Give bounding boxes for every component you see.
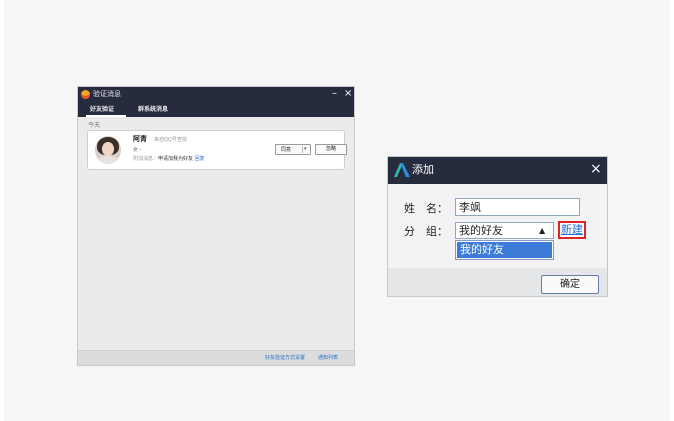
minimize-button[interactable]: – (332, 88, 337, 100)
request-source: 来自QQ号查找 (154, 137, 187, 143)
request-message-prefix: 附加消息： (133, 156, 159, 162)
request-message: 附加消息：申请加我为好友 回复 (133, 155, 205, 163)
friend-request-card: 阿青 来自QQ号查找 女 - 附加消息：申请加我为好友 回复 同意 ▾ 忽略 (87, 130, 347, 170)
avatar (95, 136, 121, 164)
ignore-button[interactable]: 忽略 (315, 144, 347, 155)
requester-name[interactable]: 阿青 (133, 135, 147, 144)
close-icon[interactable]: × (590, 159, 602, 179)
add-friend-dialog: 添加 × 姓 名： 分 组： 我的好友 ▲ 新建 我的好友 确定 (387, 156, 608, 297)
app-logo-icon (394, 163, 410, 177)
group-dropdown-list: 我的好友 (455, 240, 554, 260)
request-message-body: 申请加我为好友 (158, 156, 194, 162)
close-button[interactable]: × (344, 88, 352, 100)
group-select-value: 我的好友 (459, 224, 503, 237)
verification-titlebar: 验证消息 – × 好友验证 群系统消息 (78, 87, 354, 117)
tab-group-system-messages[interactable]: 群系统消息 (138, 105, 168, 115)
agree-button-label: 同意 (281, 147, 292, 153)
tab-friend-verification[interactable]: 好友验证 (90, 105, 114, 115)
group-select[interactable]: 我的好友 ▲ (455, 222, 554, 239)
active-tab-indicator (86, 115, 126, 117)
group-option[interactable]: 我的好友 (457, 242, 552, 258)
verification-window: 验证消息 – × 好友验证 群系统消息 今天 阿青 来自QQ号查找 女 - 附加… (77, 86, 355, 366)
add-dialog-titlebar: 添加 × (388, 157, 607, 184)
verification-settings-link[interactable]: 好友验证方式设置 (265, 354, 305, 362)
date-group-label: 今天 (88, 122, 101, 129)
new-group-link-highlight[interactable]: 新建 (558, 221, 586, 239)
name-field-label: 姓 名： (404, 202, 448, 215)
reply-link[interactable]: 回复 (195, 156, 205, 162)
notification-list-link[interactable]: 通知列表 (318, 354, 338, 362)
new-group-link[interactable]: 新建 (561, 223, 583, 237)
verification-window-title: 验证消息 (93, 90, 121, 98)
agree-button[interactable]: 同意 ▾ (275, 144, 311, 155)
add-dialog-title: 添加 (412, 163, 434, 176)
name-input[interactable] (455, 198, 580, 216)
chevron-up-icon[interactable]: ▲ (539, 224, 545, 237)
ok-button[interactable]: 确定 (541, 275, 599, 294)
chevron-down-icon[interactable]: ▾ (304, 145, 307, 154)
verification-footer: 好友验证方式设置 通知列表 (78, 350, 354, 365)
group-field-label: 分 组： (404, 225, 448, 238)
qq-logo-icon (81, 90, 90, 99)
requester-gender-age: 女 - (133, 147, 142, 153)
